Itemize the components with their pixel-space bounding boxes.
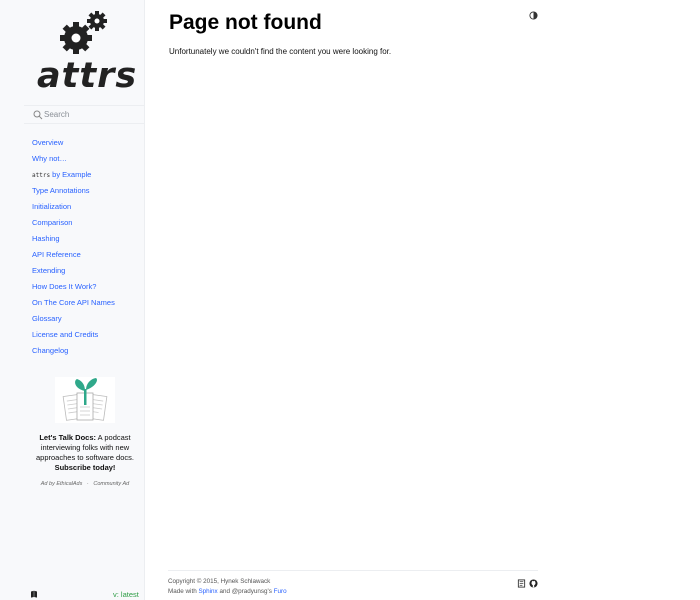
ad-by-link[interactable]: Ad by EthicalAds	[41, 481, 83, 487]
nav-how-does-it-work[interactable]: How Does It Work?	[32, 282, 96, 291]
theme-toggle-icon[interactable]	[529, 11, 538, 20]
furo-link[interactable]: Furo	[274, 588, 287, 595]
nav-license-credits[interactable]: License and Credits	[32, 330, 98, 339]
nav-api-reference[interactable]: API Reference	[32, 250, 81, 259]
community-ad-link[interactable]: Community Ad	[93, 481, 129, 487]
nav-core-api-names[interactable]: On The Core API Names	[32, 298, 115, 307]
nav-overview[interactable]: Overview	[32, 138, 63, 147]
search-box[interactable]	[24, 105, 145, 124]
nav-hashing[interactable]: Hashing	[32, 234, 60, 243]
podcast-plant-icon[interactable]	[55, 377, 115, 423]
nav-why-not[interactable]: Why not…	[32, 154, 67, 163]
ad-meta: Ad by EthicalAds · Community Ad	[30, 481, 140, 487]
book-icon[interactable]	[517, 579, 526, 588]
nav-extending[interactable]: Extending	[32, 266, 65, 275]
footer-divider	[168, 570, 538, 571]
nav-changelog[interactable]: Changelog	[32, 346, 68, 355]
footer: Copyright © 2015, Hynek Schlawack Made w…	[168, 577, 287, 596]
nav-comparison[interactable]: Comparison	[32, 218, 72, 227]
page-title: Page not found	[169, 11, 322, 34]
ad-cta[interactable]: Subscribe today!	[55, 463, 116, 472]
nav-initialization[interactable]: Initialization	[32, 202, 71, 211]
logo-wordmark[interactable]: attrs	[37, 56, 137, 96]
sidebar-nav: Overview Why not… attrs by Example Type …	[32, 137, 115, 361]
ad-text[interactable]: Let's Talk Docs: A podcast interviewing …	[31, 433, 139, 473]
footer-copyright: Copyright © 2015, Hynek Schlawack	[168, 578, 271, 585]
book-icon[interactable]	[30, 590, 38, 598]
footer-made-with: Made with Sphinx and @pradyunsg's Furo	[168, 587, 287, 597]
version-selector[interactable]: v: latest	[113, 590, 139, 599]
nav-label-by-example: by Example	[50, 170, 92, 179]
ad-title-bold: Let's Talk Docs:	[39, 433, 97, 442]
github-icon[interactable]	[529, 579, 538, 588]
sidebar: attrs Overview Why not… attrs by Example…	[0, 0, 145, 600]
nav-glossary[interactable]: Glossary	[32, 314, 62, 323]
sphinx-link[interactable]: Sphinx	[198, 588, 217, 595]
search-input[interactable]	[42, 106, 142, 123]
footer-and-label: and @pradyunsg's	[217, 587, 274, 595]
nav-type-annotations[interactable]: Type Annotations	[32, 186, 90, 195]
footer-made-with-label: Made with	[168, 587, 199, 595]
ad-meta-separator: ·	[86, 481, 89, 487]
page-description: Unfortunately we couldn't find the conte…	[169, 47, 392, 56]
nav-attrs-by-example[interactable]: attrs by Example	[32, 170, 91, 179]
footer-icons	[517, 579, 538, 588]
nav-code-attrs: attrs	[32, 172, 51, 179]
